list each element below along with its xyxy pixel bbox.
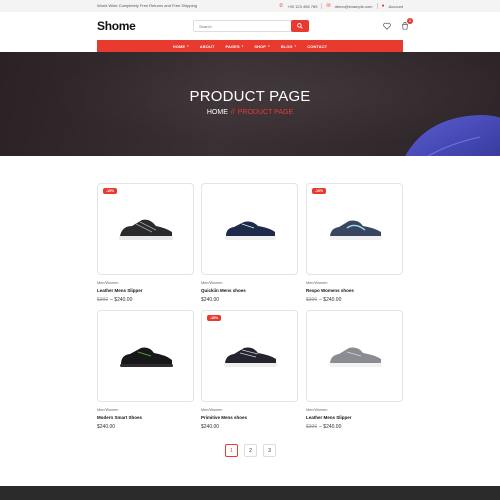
nav-contact[interactable]: CONTACT (307, 44, 327, 49)
search-input[interactable] (194, 21, 291, 31)
product-price: $300– $240.00 (306, 297, 342, 303)
product-category: Men/Women (306, 408, 328, 412)
page-button[interactable]: 2 (244, 444, 257, 457)
phone-icon: ✆ (279, 2, 284, 9)
product-image-box[interactable] (97, 310, 194, 402)
cart-button[interactable]: 0 (400, 18, 413, 31)
product-title[interactable]: Leather Mens Slipper (97, 288, 194, 293)
page-button[interactable]: 1 (225, 444, 238, 457)
current-price: $240.00 (97, 424, 116, 430)
old-price: $300 (306, 424, 318, 430)
breadcrumb: HOME//PRODUCT PAGE (0, 109, 500, 116)
product-image-box[interactable]: -10% (97, 183, 194, 275)
search-icon (297, 23, 303, 29)
product-card[interactable]: Men/Women Leather Mens Slipper $300– $24… (306, 310, 403, 430)
product-image-box[interactable]: -10% (306, 183, 403, 275)
product-title[interactable]: Rexpo Womens shoes (306, 288, 403, 293)
product-category: Men/Women (97, 408, 119, 412)
shoe-image (329, 220, 382, 240)
shoe-image (225, 221, 276, 240)
page-button[interactable]: 3 (263, 444, 276, 457)
breadcrumb-current: PRODUCT PAGE (237, 109, 294, 116)
chevron-down-icon: ▾ (268, 44, 270, 48)
search-box (193, 20, 309, 32)
nav-label: PAGES (225, 43, 240, 49)
product-image-box[interactable]: -10% (201, 310, 298, 402)
current-price: $240.00 (201, 297, 220, 303)
chevron-down-icon: ▾ (294, 44, 297, 48)
product-title[interactable]: Modern Smart Shoes (97, 415, 194, 420)
product-price: $300– $240.00 (97, 297, 133, 303)
discount-badge: -10% (207, 315, 222, 321)
header-icons: 0 (382, 18, 413, 31)
product-price: $300– $240.00 (306, 424, 342, 430)
nav-pages[interactable]: PAGES ▾ (226, 44, 244, 49)
wishlist-button[interactable] (382, 21, 392, 31)
product-card[interactable]: -10% Men/Women Rexpo Womens shoes $300– … (306, 183, 403, 303)
chevron-down-icon: ▾ (241, 44, 244, 48)
product-price: $240.00 (201, 297, 298, 303)
search-button[interactable] (291, 20, 309, 32)
top-bar: World Wide Completely Free Returns and F… (0, 0, 500, 12)
nav-label: CONTACT (307, 43, 328, 49)
pagination: 1 2 3 (225, 444, 276, 457)
old-price: $300 (97, 297, 109, 303)
current-price: $240.00 (114, 297, 133, 303)
shoe-image (329, 347, 382, 367)
product-category: Men/Women (201, 408, 223, 412)
chevron-down-icon: ▾ (187, 44, 189, 48)
shoe-image (224, 347, 277, 367)
heart-icon (383, 22, 391, 30)
hero-banner: PRODUCT PAGE HOME//PRODUCT PAGE (0, 52, 500, 156)
logo[interactable]: Shome (97, 19, 136, 33)
product-card[interactable]: Men/Women Modern Smart Shoes $240.00 (97, 310, 194, 430)
product-image-box[interactable] (306, 310, 403, 402)
shoe-image (119, 219, 173, 240)
discount-badge: -10% (312, 188, 327, 194)
old-price: $300 (306, 297, 318, 303)
top-bar-contacts: ✆ +00 123 456 789 ✉ demo@example.com ● A… (279, 3, 403, 9)
main-nav: HOME ▾ ABOUT PAGES ▾ SHOP ▾ BLOG ▾ CONTACT (97, 40, 403, 52)
cart-count-badge: 0 (407, 18, 413, 24)
nav-shop[interactable]: SHOP ▾ (254, 44, 269, 49)
product-title[interactable]: Primitive Mens shoes (201, 415, 298, 420)
nav-label: BLOG (280, 43, 293, 49)
breadcrumb-separator: // (230, 109, 235, 116)
product-card[interactable]: -10% Men/Women Leather Mens Slipper $300… (97, 183, 194, 303)
promo-text: World Wide Completely Free Returns and F… (97, 3, 197, 8)
product-category: Men/Women (201, 281, 223, 285)
current-price: $240.00 (323, 424, 342, 430)
product-price: $240.00 (201, 424, 298, 430)
phone-number[interactable]: +00 123 456 789 (287, 4, 317, 9)
product-card[interactable]: -10% Men/Women Primitive Mens shoes $240… (201, 310, 298, 430)
email-address[interactable]: demo@example.com (335, 4, 373, 9)
product-price: $240.00 (97, 424, 194, 430)
current-price: $240.00 (323, 297, 342, 303)
product-title[interactable]: Quickiin Mens shoes (201, 288, 298, 293)
divider (321, 3, 323, 9)
nav-label: SHOP (254, 43, 267, 49)
nav-label: ABOUT (199, 43, 215, 49)
product-image-box[interactable] (201, 183, 298, 275)
product-card[interactable]: Men/Women Quickiin Mens shoes $240.00 (201, 183, 298, 303)
user-icon: ● (381, 2, 385, 9)
nav-label: HOME (172, 43, 186, 49)
product-title[interactable]: Leather Mens Slipper (306, 415, 403, 420)
mail-icon: ✉ (326, 2, 331, 9)
breadcrumb-home[interactable]: HOME (207, 109, 228, 116)
nav-blog[interactable]: BLOG ▾ (281, 44, 297, 49)
page-title: PRODUCT PAGE (189, 88, 311, 105)
nav-about[interactable]: ABOUT (200, 44, 215, 49)
account-link[interactable]: Account (389, 4, 403, 9)
product-category: Men/Women (97, 281, 119, 285)
divider (376, 3, 378, 9)
footer (0, 486, 500, 500)
nav-home[interactable]: HOME ▾ (173, 44, 189, 49)
discount-badge: -10% (103, 188, 118, 194)
current-price: $240.00 (201, 424, 220, 430)
product-category: Men/Women (306, 281, 328, 285)
shoe-image (120, 347, 173, 367)
